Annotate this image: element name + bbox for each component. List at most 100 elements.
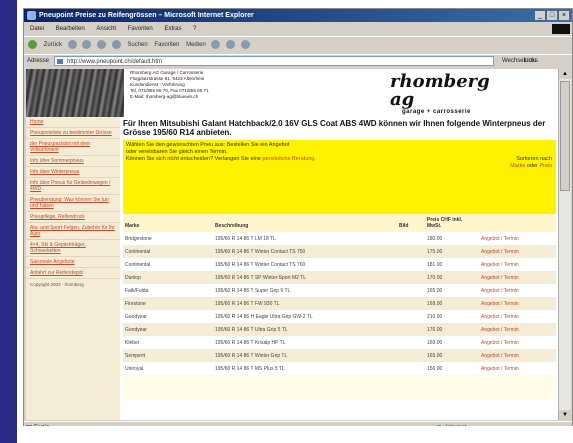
mail-icon[interactable] (226, 39, 236, 49)
sidebar-item-specialist[interactable]: der Pneuspezialist mit dem Vollsortiment (26, 139, 120, 156)
cell-image (397, 297, 425, 310)
offer-appointment-link[interactable]: Angebot / Termin (479, 232, 556, 245)
history-icon[interactable] (211, 39, 221, 49)
print-icon[interactable] (240, 39, 250, 49)
back-button[interactable]: Zurück (44, 37, 62, 54)
sort-by-brand-link[interactable]: Marke (510, 163, 525, 169)
minimize-button[interactable]: _ (535, 11, 545, 20)
sort-by-price-link[interactable]: Preis (539, 163, 552, 169)
offer-appointment-link[interactable]: Angebot / Termin (479, 336, 556, 349)
cell-description: 195/60 R 14 86 T Ultra Grip 5 TL (215, 326, 288, 333)
dealer-address: Rhomberg AG Garage / Carrosserie Flugpla… (130, 70, 209, 100)
sidebar-item-advice[interactable]: Pneuberatung: Was können Sie tun und hab… (26, 195, 120, 212)
table-row: Dunlop 195/60 R 14 86 T SP Winter Sport M… (123, 271, 556, 284)
menu-help[interactable]: ? (193, 26, 196, 32)
instruction-text: oder vereinbaren Sie gleich einen Termin… (126, 149, 228, 155)
brand-logo: rhomberg ag garage + carrosserie (390, 73, 490, 116)
instructions-box: Wählen Sie den gewünschten Pneu aus: Bes… (123, 140, 556, 214)
cell-brand: Bridgestone (125, 235, 152, 242)
cell-description: 195/60 R 14 86 T FW 930 TL (215, 300, 280, 307)
sort-controls: Sortieren nach Marke oder Preis (510, 156, 552, 170)
cell-price: 156.00 (427, 365, 443, 372)
offer-appointment-link[interactable]: Angebot / Termin (479, 323, 556, 336)
scroll-thumb[interactable] (560, 81, 570, 191)
menu-tools[interactable]: Extras (164, 26, 181, 32)
cell-brand: Continental (125, 248, 151, 255)
favorites-button[interactable]: Favoriten (154, 37, 179, 54)
cell-brand: Uniroyal (125, 365, 144, 372)
vertical-scrollbar[interactable]: ▲ ▼ (558, 69, 571, 420)
sidebar-item-directions[interactable]: Anfahrt zur Reifendepot (26, 268, 120, 279)
media-button[interactable]: Medien (186, 37, 206, 54)
table-row: Bridgestone 195/60 R 14 86 T LM 18 TL 180.… (123, 232, 556, 245)
menu-file[interactable]: Datei (30, 26, 44, 32)
scroll-up-icon[interactable]: ▲ (559, 69, 571, 79)
title-bar: Pneupoint Preise zu Reifengrössen – Micr… (24, 9, 572, 22)
sidebar-item-summer-tires[interactable]: Info über Sommerpneus (26, 156, 120, 167)
decorative-frame-left (0, 0, 17, 443)
cell-description: 195/60 R 14 86 T Krisalp HP TL (215, 339, 286, 346)
main-area: Für Ihren Mitsubishi Galant Hatchback/2.… (123, 119, 556, 399)
cell-image (397, 362, 425, 375)
cell-description: 195/60 R 14 86 T Super Grip 9 TL (215, 287, 291, 294)
sidebar-item-price-list[interactable]: Pneupreisliste zu bestimmter Grösse (26, 128, 120, 139)
page-content: Rhomberg AG Garage / Carrosserie Flugpla… (26, 69, 558, 420)
browser-logo-icon (27, 11, 36, 20)
offer-appointment-link[interactable]: Angebot / Termin (479, 310, 556, 323)
menu-favorites[interactable]: Favoriten (128, 26, 153, 32)
maximize-button[interactable]: □ (547, 11, 557, 20)
cell-description: 195/60 R 14 86 H Eagle Ultra Grip GW-2 T… (215, 313, 313, 320)
sidebar-item-rims[interactable]: Alu- und Sport-Felgen, Zubehör für Ihr A… (26, 223, 120, 240)
cell-image (397, 232, 425, 245)
col-price: Preis CHF inkl. MwSt. (427, 217, 463, 229)
offer-appointment-link[interactable]: Angebot / Termin (479, 284, 556, 297)
col-image: Bild (399, 223, 409, 229)
sidebar-item-4wd-tires[interactable]: Info über Pneus für Geländewagen / 4WD (26, 178, 120, 195)
menu-view[interactable]: Ansicht (96, 26, 116, 32)
stop-icon[interactable] (82, 39, 92, 49)
search-button[interactable]: Suchen (127, 37, 147, 54)
forward-arrow-icon[interactable] (67, 39, 77, 49)
address-line[interactable]: E-Mail: rhomberg-ag@bluewin.ch (130, 94, 209, 100)
offer-appointment-link[interactable]: Angebot / Termin (479, 362, 556, 375)
cell-brand: Semperit (125, 352, 146, 359)
offer-appointment-link[interactable]: Angebot / Termin (479, 258, 556, 271)
cell-image (397, 271, 425, 284)
cell-brand: Firestone (125, 300, 146, 307)
windows-logo-icon (552, 24, 570, 34)
table-row: Continental 195/60 R 14 86 T Winter Conta… (123, 245, 556, 258)
menu-bar: Datei Bearbeiten Ansicht Favoriten Extra… (24, 23, 572, 35)
sidebar-item-tire-care[interactable]: Pneupflege, Reifendruck (26, 212, 120, 223)
menu-edit[interactable]: Bearbeiten (56, 26, 85, 32)
sidebar-item-offers[interactable]: Saisonale Angebote (26, 257, 120, 268)
offer-appointment-link[interactable]: Angebot / Termin (479, 297, 556, 310)
offer-appointment-link[interactable]: Angebot / Termin (479, 349, 556, 362)
table-row: Uniroyal 195/60 R 14 86 T MS Plus 5 TL 156… (123, 362, 556, 375)
cell-brand: Goodyear (125, 326, 147, 333)
cell-description: 195/60 R 14 86 T Winter Contact TS 750 (215, 248, 306, 255)
cell-price: 210.00 (427, 313, 443, 320)
back-arrow-icon[interactable] (28, 39, 37, 49)
refresh-icon[interactable] (97, 39, 107, 49)
sidebar-item-racks[interactable]: 4×4, Ski & Gepäckträger, Schneeketten (26, 240, 120, 257)
cell-brand: Continental (125, 261, 151, 268)
url-input[interactable]: http://www.pneupoint.ch/default.htm (54, 56, 494, 66)
copyright: Copyright 2003 · rhomberg (30, 282, 84, 287)
cell-brand: Falk/Fulda (125, 287, 149, 294)
advice-link[interactable]: persönliche Beratung. (262, 156, 316, 162)
home-icon[interactable] (111, 39, 121, 49)
offer-appointment-link[interactable]: Angebot / Termin (479, 271, 556, 284)
links-button[interactable]: Links (524, 55, 538, 68)
offer-appointment-link[interactable]: Angebot / Termin (479, 245, 556, 258)
table-row: Firestone 195/60 R 14 86 T FW 930 TL 169.0… (123, 297, 556, 310)
page-title: Für Ihren Mitsubishi Galant Hatchback/2.… (123, 119, 546, 137)
cell-price: 169.00 (427, 300, 443, 307)
close-button[interactable]: × (559, 11, 569, 20)
sidebar-nav: Home Pneupreisliste zu bestimmter Grösse… (26, 117, 120, 420)
sidebar-item-home[interactable]: Home (26, 117, 120, 128)
col-description: Beschreibung (215, 223, 249, 229)
sidebar-item-winter-tires[interactable]: Info über Winterpneus (26, 167, 120, 178)
scroll-down-icon[interactable]: ▼ (559, 410, 571, 420)
cell-price: 170.00 (427, 274, 443, 281)
table-row: Kléber 195/60 R 14 86 T Krisalp HP TL 169.… (123, 336, 556, 349)
